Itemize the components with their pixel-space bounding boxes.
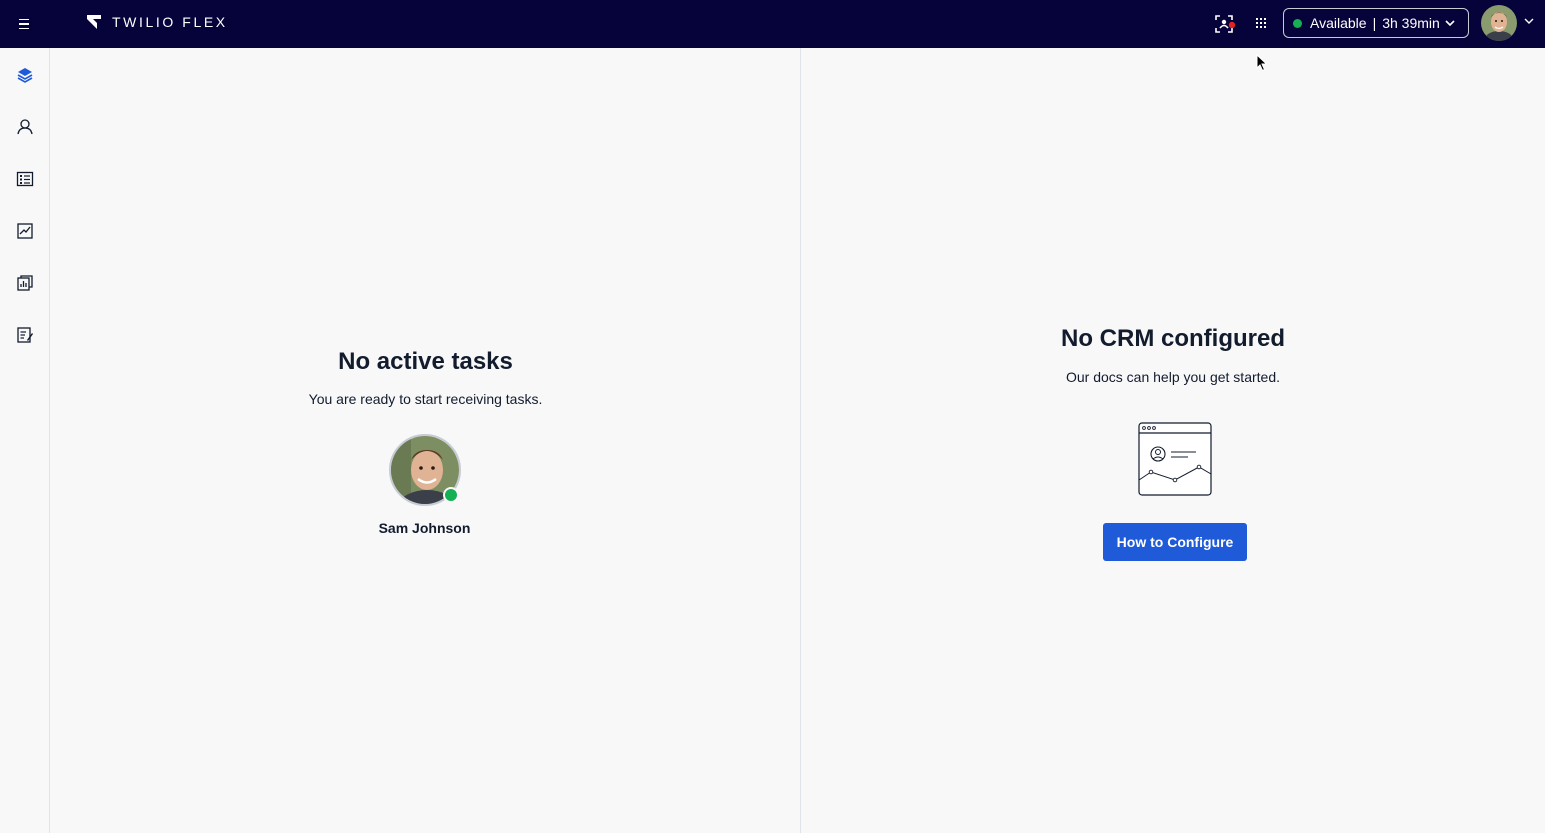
status-duration: 3h 39min [1382, 15, 1440, 31]
nav-item-agent-desktop[interactable] [13, 63, 37, 87]
report-icon [17, 275, 33, 291]
top-bar: TWILIO FLEX Available | 3h 39min [0, 0, 1545, 48]
status-indicator [1293, 18, 1302, 28]
nav-item-queues[interactable] [13, 167, 37, 191]
user-icon [17, 119, 33, 135]
nav-item-reports[interactable] [13, 271, 37, 295]
nav-item-teams[interactable] [13, 115, 37, 139]
twilio-flex-logo-icon [87, 15, 101, 29]
chevron-down-icon [1445, 20, 1455, 26]
list-card-icon [16, 171, 34, 187]
status-separator: | [1372, 15, 1377, 31]
screen-record-icon[interactable] [1213, 12, 1237, 36]
user-avatar[interactable] [1481, 5, 1517, 41]
agent-status-dot [443, 487, 459, 503]
no-tasks-subtitle: You are ready to start receiving tasks. [308, 391, 543, 407]
mouse-cursor-icon [1256, 54, 1268, 72]
edit-list-icon [17, 327, 33, 343]
status-label: Available [1310, 15, 1367, 31]
crm-subtitle: Our docs can help you get started. [1065, 369, 1280, 385]
task-list-panel: No active tasks You are ready to start r… [50, 48, 801, 833]
how-to-configure-button[interactable]: How to Configure [1103, 523, 1247, 561]
crm-title: No CRM configured [1061, 325, 1285, 352]
no-tasks-title: No active tasks [338, 348, 513, 375]
chart-icon [17, 223, 33, 239]
grid-dots-icon[interactable] [1249, 12, 1273, 36]
hamburger-icon[interactable] [14, 14, 34, 34]
crm-illustration-icon [1138, 422, 1212, 496]
chevron-down-icon[interactable] [1524, 18, 1534, 24]
logo: TWILIO FLEX [86, 14, 228, 30]
layers-icon [17, 68, 33, 83]
nav-item-insights[interactable] [13, 219, 37, 243]
nav-item-quality[interactable] [13, 323, 37, 347]
activity-status-dropdown[interactable]: Available | 3h 39min [1283, 8, 1469, 38]
brand-name: TWILIO FLEX [112, 14, 228, 30]
crm-panel: No CRM configured Our docs can help you … [801, 48, 1545, 833]
side-nav [0, 48, 50, 833]
agent-name: Sam Johnson [378, 520, 471, 536]
